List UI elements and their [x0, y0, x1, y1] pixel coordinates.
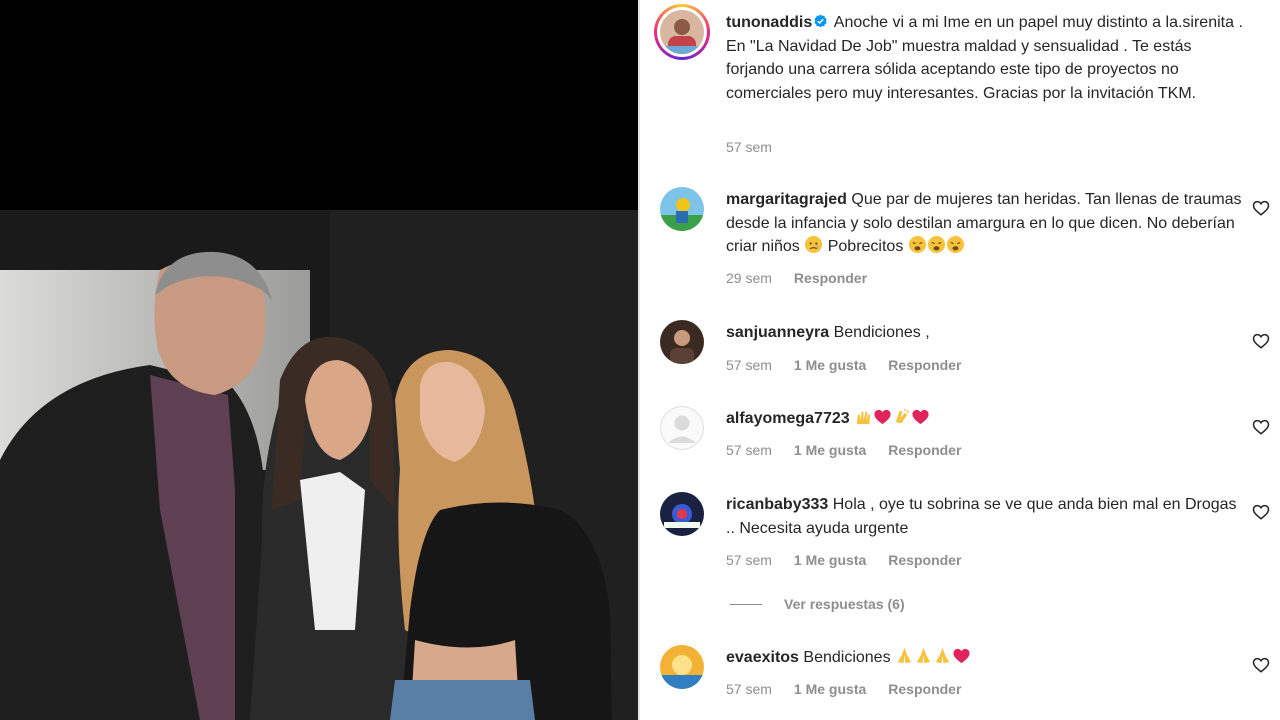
reply-button[interactable]: Responder — [888, 681, 961, 697]
likes-count[interactable]: 1 Me gusta — [794, 681, 866, 697]
post-photo — [0, 210, 638, 720]
likes-count[interactable]: 1 Me gusta — [794, 552, 866, 568]
timestamp[interactable]: 57 sem — [726, 139, 772, 155]
verified-badge-icon — [814, 14, 827, 28]
view-replies-label: Ver respuestas (6) — [784, 596, 905, 612]
red-heart-emoji-icon — [911, 407, 930, 426]
comment-text-2: Pobrecitos — [827, 238, 904, 255]
sad-face-emoji-icon — [804, 235, 823, 254]
timestamp[interactable]: 57 sem — [726, 552, 772, 568]
heart-outline-icon[interactable] — [1252, 418, 1270, 436]
folded-hands-emoji-icon — [914, 646, 933, 665]
red-heart-emoji-icon — [873, 407, 892, 426]
avatar[interactable] — [660, 492, 704, 536]
avatar[interactable] — [660, 320, 704, 364]
comment-text: Bendiciones , — [833, 324, 930, 341]
comments-panel[interactable]: tunonaddis Anoche vi a mi Ime en un pape… — [640, 0, 1280, 720]
reply-button[interactable]: Responder — [888, 442, 961, 458]
reply-button[interactable]: Responder — [888, 357, 961, 373]
likes-count[interactable]: 1 Me gusta — [794, 442, 866, 458]
weary-face-emoji-icon — [908, 235, 927, 254]
red-heart-emoji-icon — [952, 646, 971, 665]
reply-button[interactable]: Responder — [794, 270, 867, 286]
weary-face-emoji-icon — [927, 235, 946, 254]
post-media[interactable] — [0, 0, 638, 720]
raised-hands-emoji-icon — [854, 407, 873, 426]
timestamp[interactable]: 57 sem — [726, 357, 772, 373]
clapping-hands-emoji-icon — [892, 407, 911, 426]
heart-outline-icon[interactable] — [1252, 332, 1270, 350]
folded-hands-emoji-icon — [895, 646, 914, 665]
avatar[interactable] — [660, 10, 704, 54]
avatar[interactable] — [660, 187, 704, 231]
username[interactable]: ricanbaby333 — [726, 496, 828, 513]
replies-divider — [730, 604, 762, 605]
heart-outline-icon[interactable] — [1252, 656, 1270, 674]
media-letterbox — [0, 0, 638, 210]
story-ring[interactable] — [654, 4, 710, 60]
username[interactable]: alfayomega7723 — [726, 410, 850, 427]
timestamp[interactable]: 29 sem — [726, 270, 772, 286]
timestamp[interactable]: 57 sem — [726, 442, 772, 458]
timestamp[interactable]: 57 sem — [726, 681, 772, 697]
username[interactable]: evaexitos — [726, 649, 799, 666]
avatar[interactable] — [660, 645, 704, 689]
view-replies-button[interactable]: Ver respuestas (6) — [730, 596, 905, 612]
likes-count[interactable]: 1 Me gusta — [794, 357, 866, 373]
default-avatar-icon[interactable] — [660, 406, 704, 450]
username[interactable]: sanjuanneyra — [726, 324, 829, 341]
reply-button[interactable]: Responder — [888, 552, 961, 568]
username[interactable]: tunonaddis — [726, 14, 812, 31]
weary-face-emoji-icon — [946, 235, 965, 254]
heart-outline-icon[interactable] — [1252, 503, 1270, 521]
heart-outline-icon[interactable] — [1252, 199, 1270, 217]
username[interactable]: margaritagrajed — [726, 191, 847, 208]
comment-text: Bendiciones — [803, 649, 891, 666]
folded-hands-emoji-icon — [933, 646, 952, 665]
